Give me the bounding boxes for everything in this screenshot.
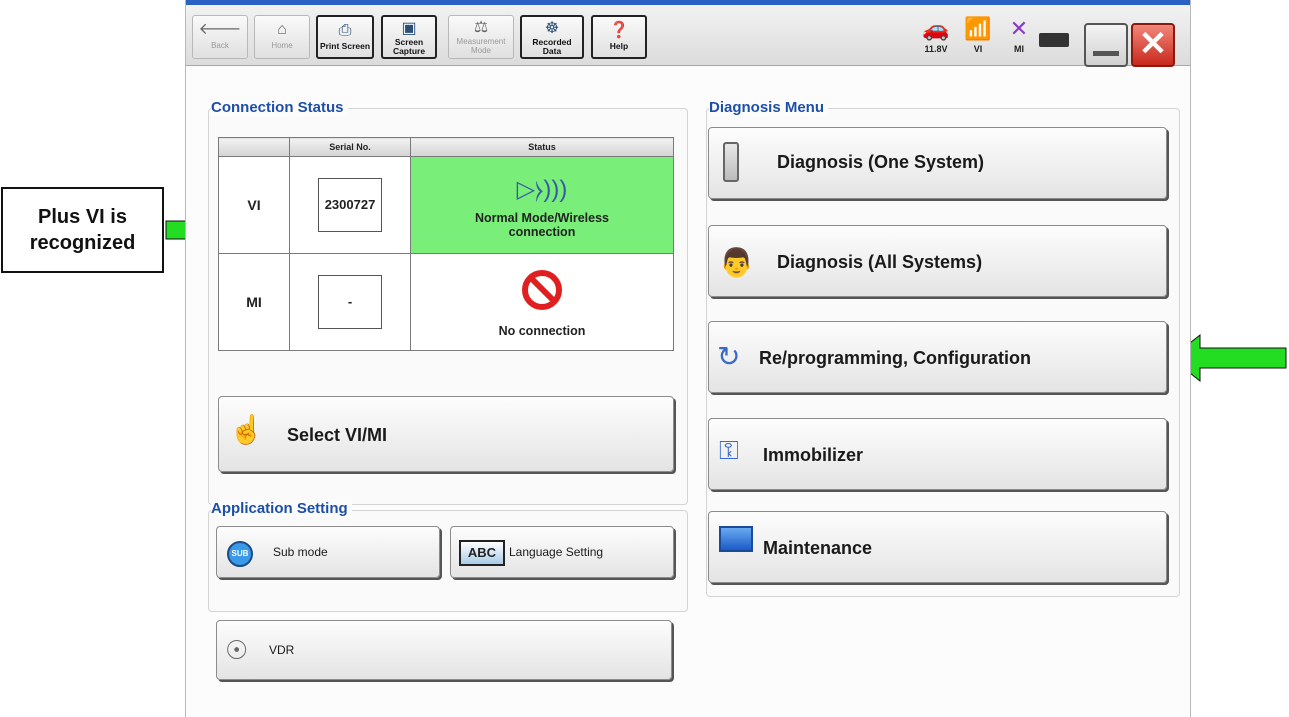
- voltage-value: 11.8V: [924, 44, 948, 54]
- close-button[interactable]: ✕: [1131, 23, 1175, 67]
- serial-value-vi: 2300727: [318, 178, 382, 232]
- reprogramming-configuration-label: Re/programming, Configuration: [759, 348, 1031, 368]
- recorded-data-icon: ☸: [544, 20, 560, 37]
- maintenance-label: Maintenance: [763, 538, 873, 558]
- recorded-data-button[interactable]: ☸ Recorded Data: [520, 15, 584, 59]
- sub-mode-label: Sub mode: [273, 545, 328, 559]
- mi-signal-indicator: ✕ MI: [999, 16, 1039, 55]
- vi-signal-indicator: 📶 VI: [958, 16, 998, 55]
- application-setting-title: Application Setting: [211, 500, 352, 517]
- select-vi-mi-icon: ☝: [229, 414, 264, 445]
- diagnosis-all-systems-label: Diagnosis (All Systems): [777, 252, 983, 272]
- diagnosis-one-system-label: Diagnosis (One System): [777, 152, 985, 172]
- diagnosis-all-systems-button[interactable]: 👨 Diagnosis (All Systems): [708, 225, 1167, 297]
- screen-capture-button[interactable]: ▣ Screen Capture: [381, 15, 437, 59]
- row-label-mi: MI: [218, 253, 290, 351]
- back-button[interactable]: 🡐 Back: [192, 15, 248, 59]
- connection-status-table: Serial No. Status VI 2300727 ▷⧽))) Norma…: [218, 137, 674, 351]
- toolbar: 🡐 Back ⌂ Home ⎙ Print Screen ▣ Screen Ca…: [186, 5, 1190, 67]
- header-serial: Serial No.: [289, 137, 411, 157]
- status-cell-mi: No connection: [410, 253, 674, 351]
- select-vi-mi-label: Select VI/MI: [287, 425, 388, 445]
- battery-icon: [1039, 33, 1069, 47]
- serial-cell-mi: -: [289, 253, 411, 351]
- serial-value-mi: -: [318, 275, 382, 329]
- no-connection-icon: [522, 270, 562, 310]
- row-label-vi: VI: [218, 156, 290, 254]
- close-icon: ✕: [1138, 25, 1168, 63]
- recorded-data-label: Recorded Data: [532, 37, 572, 56]
- annotation-line-1: Plus VI is: [38, 206, 127, 228]
- annotation-callout: Plus VI is recognized: [1, 187, 164, 273]
- reprogramming-configuration-button[interactable]: ↻ Re/programming, Configuration: [708, 321, 1167, 393]
- mi-indicator-label: MI: [1014, 44, 1024, 54]
- camera-icon: ▣: [401, 20, 417, 37]
- help-icon: ❓: [609, 22, 629, 39]
- vehicle-voltage-indicator: 🚗 11.8V: [916, 16, 956, 55]
- minimize-button[interactable]: [1084, 23, 1128, 67]
- cross-icon: ✕: [1009, 16, 1029, 41]
- one-system-icon: [723, 142, 739, 182]
- wireless-antenna-icon: ▷⧽))): [516, 176, 568, 203]
- diagnosis-one-system-button[interactable]: Diagnosis (One System): [708, 127, 1167, 199]
- back-label: Back: [211, 41, 229, 50]
- connection-status-title: Connection Status: [211, 99, 348, 116]
- monitor-icon: [719, 526, 753, 552]
- maintenance-button[interactable]: Maintenance: [708, 511, 1167, 583]
- header-status: Status: [410, 137, 674, 157]
- sub-mode-button[interactable]: SUB Sub mode: [216, 526, 440, 578]
- sub-icon: SUB: [227, 541, 253, 567]
- help-label: Help: [609, 41, 629, 51]
- measurement-mode-button[interactable]: ⚖ Measurement Mode: [448, 15, 514, 59]
- vdr-button[interactable]: ☉ VDR: [216, 620, 672, 680]
- status-text-vi: Normal Mode/Wireless connection: [475, 211, 609, 239]
- status-text-mi: No connection: [498, 324, 586, 338]
- annotation-line-2: recognized: [29, 232, 136, 254]
- diagnosis-menu-title: Diagnosis Menu: [709, 99, 829, 116]
- screen-capture-label: Screen Capture: [392, 37, 426, 56]
- home-label: Home: [271, 41, 293, 50]
- signal-bars-icon: 📶: [964, 16, 992, 41]
- home-button[interactable]: ⌂ Home: [254, 15, 310, 59]
- print-screen-button[interactable]: ⎙ Print Screen: [316, 15, 374, 59]
- home-icon: ⌂: [277, 21, 287, 38]
- vi-indicator-label: VI: [973, 44, 983, 54]
- back-arrow-icon: 🡐: [198, 21, 242, 38]
- measurement-icon: ⚖: [473, 19, 489, 36]
- abc-icon: ABC: [459, 540, 505, 566]
- technician-car-icon: 👨: [719, 247, 754, 278]
- language-setting-button[interactable]: ABC Language Setting: [450, 526, 674, 578]
- immobilizer-button[interactable]: ⚿ Immobilizer: [708, 418, 1167, 490]
- reprogramming-icon: ↻: [717, 341, 741, 372]
- serial-cell-vi: 2300727: [289, 156, 411, 254]
- table-row-mi: MI - No connection: [218, 253, 674, 351]
- status-cell-vi: ▷⧽))) Normal Mode/Wireless connection: [410, 156, 674, 254]
- help-button[interactable]: ❓ Help: [591, 15, 647, 59]
- immobilizer-label: Immobilizer: [763, 445, 864, 465]
- print-screen-label: Print Screen: [319, 41, 371, 51]
- header-blank: [218, 137, 290, 157]
- table-row-vi: VI 2300727 ▷⧽))) Normal Mode/Wireless co…: [218, 156, 674, 254]
- vdr-label: VDR: [269, 643, 295, 657]
- printer-icon: ⎙: [338, 22, 352, 39]
- key-icon: ⚿: [719, 435, 739, 465]
- car-icon: 🚗: [922, 16, 950, 41]
- select-vi-mi-button[interactable]: ☝ Select VI/MI: [218, 396, 674, 472]
- language-setting-label: Language Setting: [509, 545, 604, 559]
- consult-app-window: 🡐 Back ⌂ Home ⎙ Print Screen ▣ Screen Ca…: [185, 0, 1191, 717]
- vdr-icon: ☉: [225, 635, 249, 665]
- table-header-row: Serial No. Status: [218, 137, 674, 157]
- measurement-mode-label: Measurement Mode: [456, 37, 506, 55]
